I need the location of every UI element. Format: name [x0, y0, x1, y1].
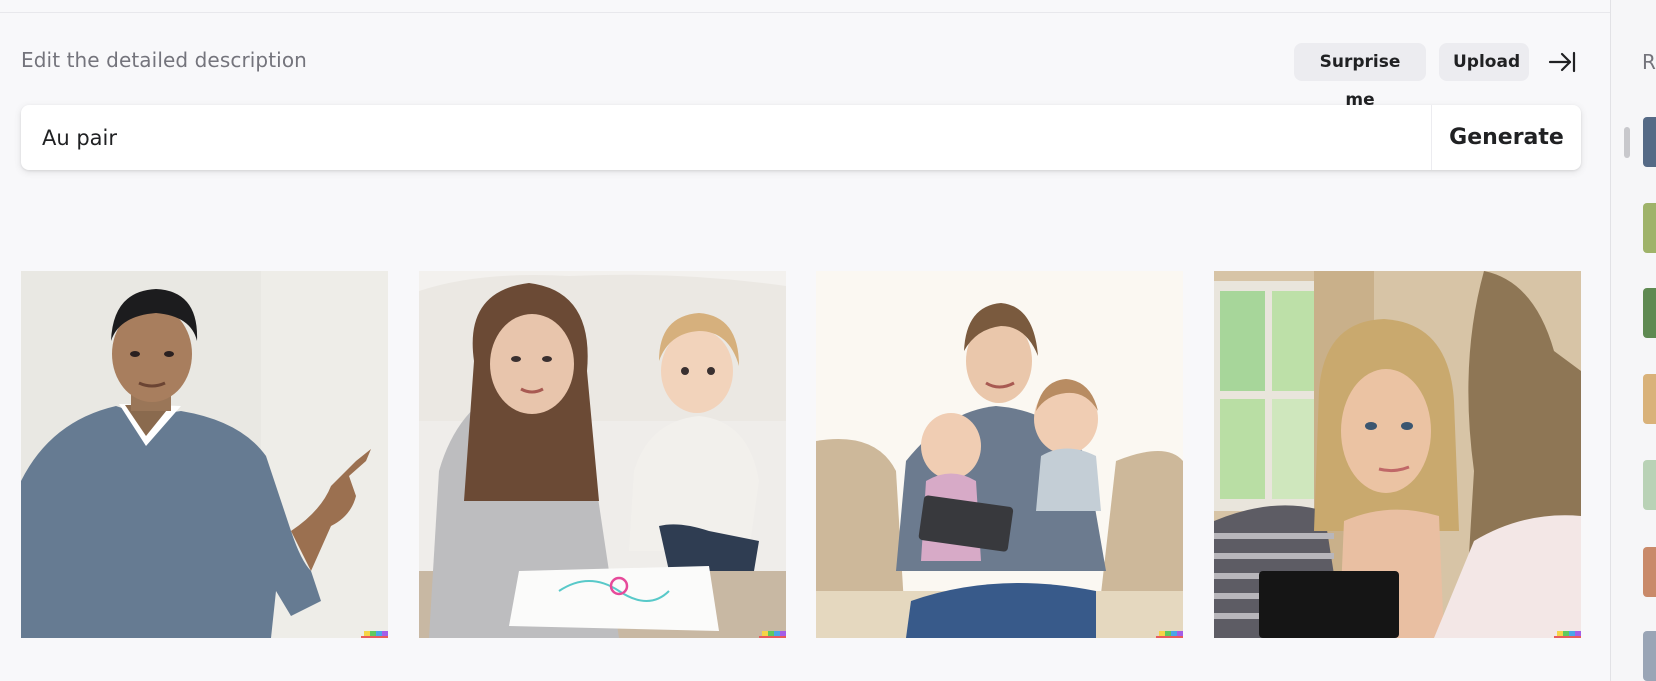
history-thumb[interactable]	[1643, 374, 1656, 424]
description-hint: Edit the detailed description	[21, 48, 307, 72]
history-thumb[interactable]	[1643, 203, 1656, 253]
history-thumb[interactable]	[1643, 460, 1656, 510]
history-sidebar: R	[1610, 0, 1656, 681]
result-image-2[interactable]	[419, 271, 786, 638]
history-thumb[interactable]	[1643, 631, 1656, 681]
sidebar-title: R	[1642, 50, 1656, 74]
results-grid	[21, 271, 1581, 638]
history-thumb[interactable]	[1643, 288, 1656, 338]
sidebar-scrollbar[interactable]	[1624, 127, 1630, 158]
result-image-1[interactable]	[21, 271, 388, 638]
result-image-3[interactable]	[816, 271, 1183, 638]
surprise-me-button[interactable]: Surprise me	[1294, 43, 1426, 110]
upload-button[interactable]: Upload	[1439, 43, 1529, 81]
main-panel: Edit the detailed description Surprise m…	[0, 0, 1610, 681]
history-thumb[interactable]	[1643, 547, 1656, 597]
generate-button[interactable]: Generate	[1432, 105, 1581, 170]
prompt-input[interactable]	[21, 105, 1431, 170]
collapse-sidebar-icon[interactable]	[1548, 49, 1576, 75]
prompt-box: Generate	[21, 105, 1581, 170]
top-bar	[0, 0, 1610, 13]
history-thumb[interactable]	[1643, 117, 1656, 167]
result-image-4[interactable]	[1214, 271, 1581, 638]
